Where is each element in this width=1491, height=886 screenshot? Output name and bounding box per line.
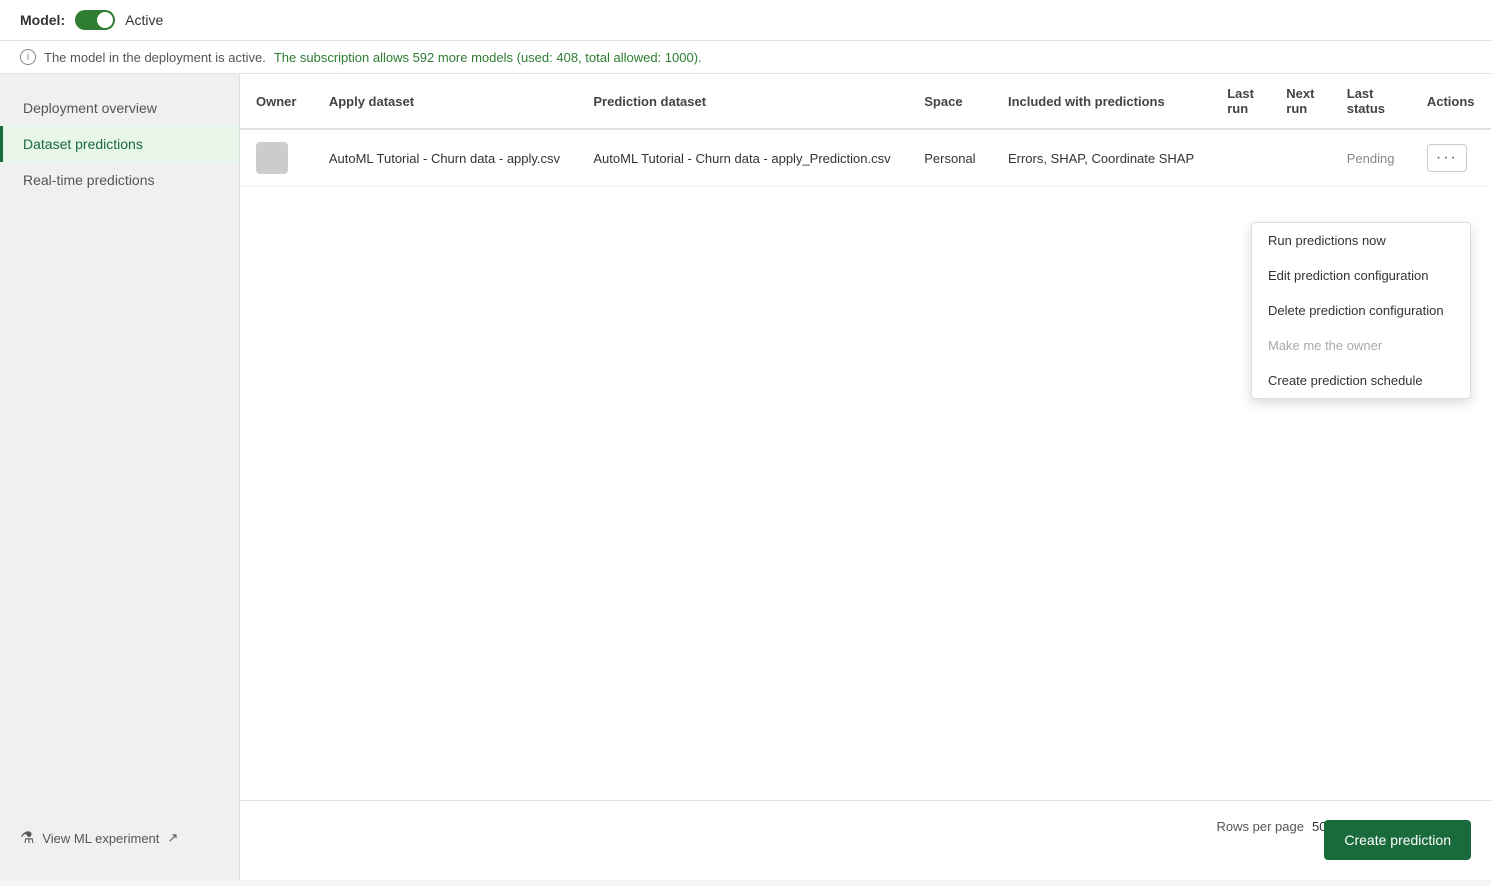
cell-last-run xyxy=(1211,129,1270,187)
dropdown-edit-prediction[interactable]: Edit prediction configuration xyxy=(1252,258,1470,293)
cell-actions: ··· xyxy=(1411,129,1491,187)
view-ml-label: View ML experiment xyxy=(42,831,159,846)
sidebar: Deployment overview Dataset predictions … xyxy=(0,74,240,880)
main-layout: Deployment overview Dataset predictions … xyxy=(0,74,1491,880)
bottom-area: Rows per page 50 ⌄ 1–1 of 1 ‹ › Create p… xyxy=(240,800,1491,880)
rows-per-page-control: Rows per page 50 ⌄ xyxy=(1217,818,1342,834)
model-label: Model: xyxy=(20,12,65,28)
external-link-icon: ↗ xyxy=(167,830,178,846)
col-apply-dataset: Apply dataset xyxy=(313,74,578,129)
info-bar: i The model in the deployment is active.… xyxy=(0,41,1491,74)
content-area: Owner Apply dataset Prediction dataset S… xyxy=(240,74,1491,880)
dropdown-delete-prediction[interactable]: Delete prediction configuration xyxy=(1252,293,1470,328)
owner-avatar xyxy=(256,142,288,174)
cell-prediction-dataset: AutoML Tutorial - Churn data - apply_Pre… xyxy=(577,129,908,187)
sidebar-item-deployment-overview-label: Deployment overview xyxy=(23,100,157,116)
status-pending-badge: Pending xyxy=(1347,151,1395,166)
dropdown-run-predictions[interactable]: Run predictions now xyxy=(1252,223,1470,258)
sidebar-item-realtime-predictions[interactable]: Real-time predictions xyxy=(0,162,239,198)
actions-menu-button[interactable]: ··· xyxy=(1427,144,1467,172)
sidebar-item-realtime-predictions-label: Real-time predictions xyxy=(23,172,155,188)
experiment-icon: ⚗ xyxy=(20,828,34,848)
cell-next-run xyxy=(1270,129,1330,187)
col-last-status: Laststatus xyxy=(1331,74,1411,129)
cell-owner xyxy=(240,129,313,187)
col-space: Space xyxy=(908,74,992,129)
col-prediction-dataset: Prediction dataset xyxy=(577,74,908,129)
cell-included-with-predictions: Errors, SHAP, Coordinate SHAP xyxy=(992,129,1211,187)
sidebar-item-dataset-predictions-label: Dataset predictions xyxy=(23,136,143,152)
col-next-run: Nextrun xyxy=(1270,74,1330,129)
header-bar: Model: Active xyxy=(0,0,1491,41)
predictions-table: Owner Apply dataset Prediction dataset S… xyxy=(240,74,1491,187)
table-header-row: Owner Apply dataset Prediction dataset S… xyxy=(240,74,1491,129)
model-toggle[interactable] xyxy=(75,10,115,30)
sidebar-item-dataset-predictions[interactable]: Dataset predictions xyxy=(0,126,239,162)
cell-last-status: Pending xyxy=(1331,129,1411,187)
dropdown-create-schedule[interactable]: Create prediction schedule xyxy=(1252,363,1470,398)
cell-space: Personal xyxy=(908,129,992,187)
col-owner: Owner xyxy=(240,74,313,129)
sidebar-footer-view-ml[interactable]: ⚗ View ML experiment ↗ xyxy=(0,812,239,864)
rows-per-page-label: Rows per page xyxy=(1217,819,1304,834)
table-row: AutoML Tutorial - Churn data - apply.csv… xyxy=(240,129,1491,187)
cell-apply-dataset: AutoML Tutorial - Churn data - apply.csv xyxy=(313,129,578,187)
sidebar-nav: Deployment overview Dataset predictions … xyxy=(0,90,239,198)
col-last-run: Lastrun xyxy=(1211,74,1270,129)
col-actions: Actions xyxy=(1411,74,1491,129)
footer-bar: Rows per page 50 ⌄ 1–1 of 1 ‹ › xyxy=(240,800,1491,851)
create-prediction-button[interactable]: Create prediction xyxy=(1324,820,1471,860)
dropdown-make-me-owner: Make me the owner xyxy=(1252,328,1470,363)
col-included-with-predictions: Included with predictions xyxy=(992,74,1211,129)
info-text-normal: The model in the deployment is active. xyxy=(44,50,266,65)
info-icon: i xyxy=(20,49,36,65)
sidebar-item-deployment-overview[interactable]: Deployment overview xyxy=(0,90,239,126)
active-status: Active xyxy=(125,12,163,28)
table-container: Owner Apply dataset Prediction dataset S… xyxy=(240,74,1491,800)
info-text-green: The subscription allows 592 more models … xyxy=(274,50,702,65)
actions-dropdown-menu: Run predictions now Edit prediction conf… xyxy=(1251,222,1471,399)
